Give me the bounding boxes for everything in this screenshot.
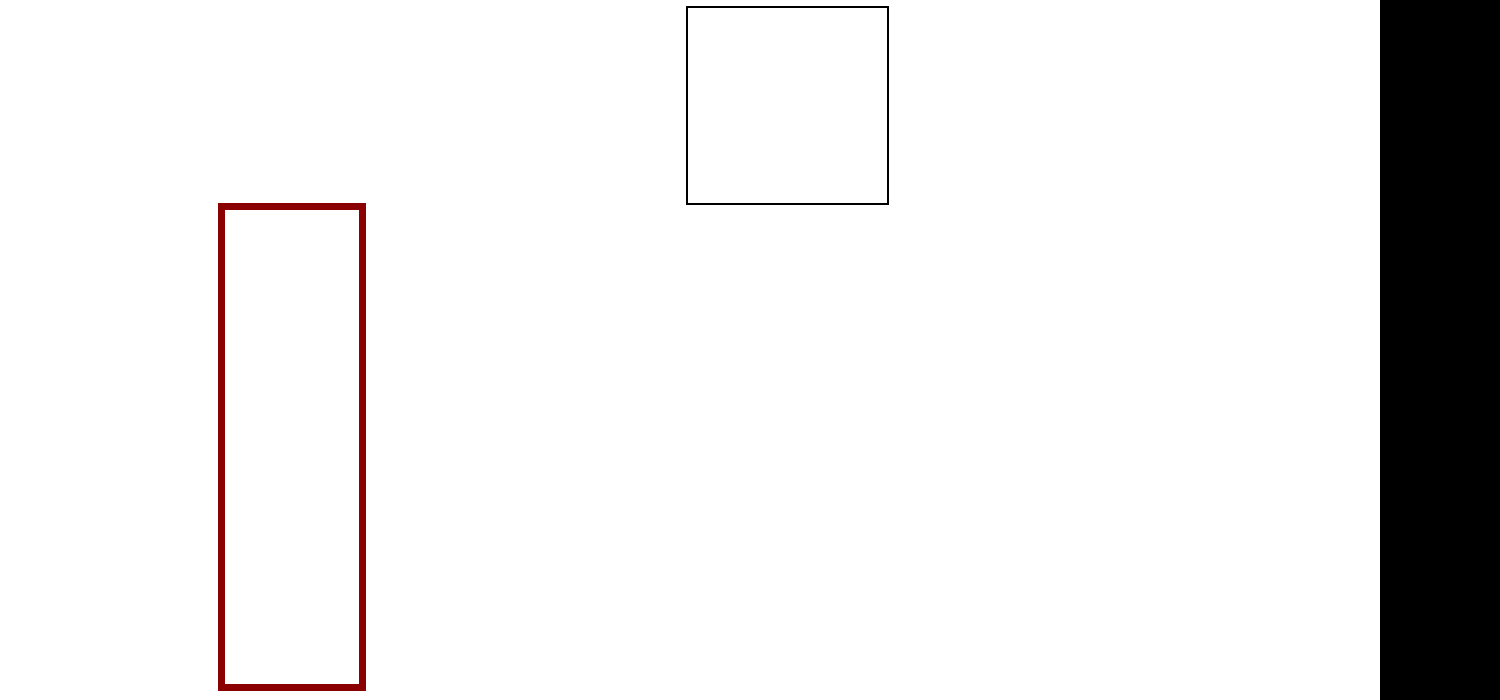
figure-canvas xyxy=(0,0,1500,700)
selected-column-highlight xyxy=(218,203,366,691)
black-gutter xyxy=(1380,0,1500,700)
input-block-pixels xyxy=(688,8,887,203)
input-block-image xyxy=(686,6,889,205)
